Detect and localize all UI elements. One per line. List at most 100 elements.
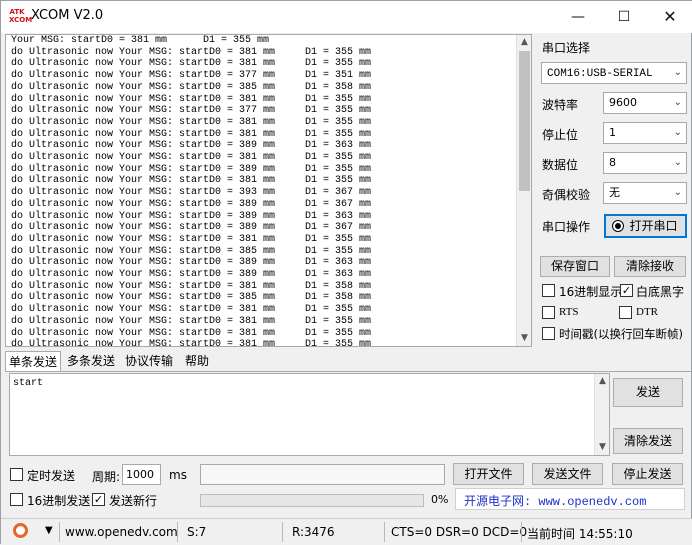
hex-display-label: 16进制显示 [559, 285, 623, 299]
baud-value: 9600 [609, 96, 637, 109]
open-port-button[interactable]: 打开串口 [604, 214, 687, 238]
tab-protocol[interactable]: 协议传输 [121, 351, 177, 371]
port-value: COM16:USB-SERIAL [547, 68, 653, 80]
progress-percent: 0% [431, 493, 449, 506]
chevron-down-icon: ⌄ [673, 157, 682, 168]
receive-line: do Ultrasonic now Your MSG: startD0 = 39… [11, 187, 372, 199]
receive-line: do Ultrasonic now Your MSG: startD0 = 38… [11, 292, 372, 304]
receive-line: do Ultrasonic now Your MSG: startD0 = 38… [11, 93, 372, 105]
scroll-up-icon[interactable]: ▲ [517, 35, 531, 50]
rts-checkbox[interactable] [542, 306, 555, 319]
chevron-down-icon: ⌄ [673, 187, 682, 198]
clear-receive-button[interactable]: 清除接收 [614, 256, 686, 277]
stop-bits-label: 停止位 [542, 128, 579, 142]
data-bits-value: 8 [609, 156, 616, 169]
scroll-thumb[interactable] [519, 51, 530, 191]
send-textarea[interactable]: start ▲ ▼ [9, 373, 610, 456]
send-file-button[interactable]: 发送文件 [532, 463, 603, 485]
timestamp-label: 时间戳(以换行回车断帧) [559, 327, 683, 341]
scroll-down-icon[interactable]: ▼ [517, 331, 531, 346]
scroll-down-icon[interactable]: ▼ [595, 440, 610, 455]
white-bg-label: 白底黑字 [636, 285, 685, 299]
status-lines: CTS=0 DSR=0 DCD=0 [391, 525, 528, 539]
receive-scrollbar[interactable]: ▲ ▼ [516, 35, 531, 346]
receive-line: do Ultrasonic now Your MSG: startD0 = 38… [11, 233, 372, 245]
receive-line: do Ultrasonic now Your MSG: startD0 = 38… [11, 116, 372, 128]
parity-value: 无 [609, 186, 620, 199]
data-bits-select[interactable]: 8 ⌄ [603, 152, 687, 174]
file-path-field[interactable] [200, 464, 445, 485]
status-url[interactable]: www.openedv.com [65, 525, 178, 539]
send-progress-bar [200, 494, 424, 507]
port-select-label: 串口选择 [542, 41, 591, 55]
baud-label: 波特率 [542, 98, 579, 112]
hex-send-label: 16进制发送 [27, 494, 91, 508]
chevron-down-icon: ⌄ [673, 127, 682, 138]
receive-line: do Ultrasonic now Your MSG: startD0 = 38… [11, 198, 372, 210]
receive-textarea[interactable]: Your MSG: startD0 = 381 mm D1 = 355 mm do… [5, 34, 532, 347]
dtr-checkbox[interactable] [619, 306, 632, 319]
baud-select[interactable]: 9600 ⌄ [603, 92, 687, 114]
receive-line: do Ultrasonic now Your MSG: startD0 = 38… [11, 304, 372, 316]
status-bar: ▼ www.openedv.com S:7 R:3476 CTS=0 DSR=0… [1, 518, 692, 545]
receive-line: do Ultrasonic now Your MSG: startD0 = 38… [11, 58, 372, 70]
open-file-button[interactable]: 打开文件 [453, 463, 524, 485]
stop-send-button[interactable]: 停止发送 [612, 463, 683, 485]
tab-help[interactable]: 帮助 [179, 351, 215, 371]
save-window-button[interactable]: 保存窗口 [540, 256, 610, 277]
dropdown-arrow-icon[interactable]: ▼ [45, 525, 53, 536]
receive-line: do Ultrasonic now Your MSG: startD0 = 38… [11, 152, 372, 164]
send-scrollbar[interactable]: ▲ ▼ [594, 374, 609, 455]
settings-gear-icon[interactable] [13, 523, 28, 538]
timed-send-label: 定时发送 [27, 469, 76, 483]
receive-line: do Ultrasonic now Your MSG: startD0 = 38… [11, 210, 372, 222]
rts-label: RTS [559, 306, 579, 318]
window-title: XCOM V2.0 [31, 8, 104, 23]
tab-multi-send[interactable]: 多条发送 [63, 351, 119, 371]
maximize-button[interactable]: ☐ [601, 1, 647, 33]
status-time: 当前时间 14:55:10 [527, 527, 633, 541]
status-received-count: R:3476 [292, 525, 335, 539]
check-icon: ✓ [93, 493, 104, 506]
dtr-label: DTR [636, 306, 658, 318]
tab-single-send[interactable]: 单条发送 [5, 351, 61, 371]
parity-label: 奇偶校验 [542, 188, 591, 202]
receive-line: do Ultrasonic now Your MSG: startD0 = 38… [11, 163, 372, 175]
stop-bits-select[interactable]: 1 ⌄ [603, 122, 687, 144]
receive-line: do Ultrasonic now Your MSG: startD0 = 37… [11, 105, 372, 117]
chevron-down-icon: ⌄ [673, 97, 682, 108]
scroll-up-icon[interactable]: ▲ [595, 374, 610, 389]
chevron-down-icon: ⌄ [673, 67, 682, 78]
hex-display-checkbox[interactable] [542, 284, 555, 297]
newline-checkbox[interactable]: ✓ [92, 493, 105, 506]
receive-line: do Ultrasonic now Your MSG: startD0 = 38… [11, 140, 372, 152]
site-banner[interactable]: 开源电子网: www.openedv.com [455, 488, 685, 510]
timed-send-checkbox[interactable] [10, 468, 23, 481]
timestamp-checkbox[interactable] [542, 327, 555, 340]
receive-line: Your MSG: startD0 = 381 mm D1 = 355 mm [11, 35, 270, 46]
port-select[interactable]: COM16:USB-SERIAL ⌄ [541, 62, 687, 84]
send-text: start [13, 378, 44, 389]
close-button[interactable]: ✕ [647, 1, 692, 33]
send-button[interactable]: 发送 [613, 378, 683, 407]
receive-line: do Ultrasonic now Your MSG: startD0 = 38… [11, 245, 372, 257]
hex-send-checkbox[interactable] [10, 493, 23, 506]
receive-line: do Ultrasonic now Your MSG: startD0 = 38… [11, 81, 372, 93]
receive-line: do Ultrasonic now Your MSG: startD0 = 38… [11, 315, 372, 327]
minimize-button[interactable]: — [555, 1, 601, 33]
white-bg-checkbox[interactable]: ✓ [620, 284, 633, 297]
receive-line: do Ultrasonic now Your MSG: startD0 = 38… [11, 222, 372, 234]
port-op-label: 串口操作 [542, 220, 591, 234]
site-text: 开源电子网: www.openedv.com [464, 495, 647, 509]
app-window: ATK XCOM XCOM V2.0 — ☐ ✕ Your MSG: startD… [0, 0, 692, 545]
title-bar[interactable]: ATK XCOM XCOM V2.0 — ☐ ✕ [1, 1, 692, 33]
clear-send-button[interactable]: 清除发送 [613, 428, 683, 454]
parity-select[interactable]: 无 ⌄ [603, 182, 687, 204]
newline-label: 发送新行 [109, 494, 158, 508]
receive-line: do Ultrasonic now Your MSG: startD0 = 38… [11, 269, 372, 281]
period-input[interactable]: 1000 [122, 464, 161, 485]
receive-line: do Ultrasonic now Your MSG: startD0 = 38… [11, 175, 372, 187]
check-icon: ✓ [621, 284, 632, 297]
receive-line: do Ultrasonic now Your MSG: startD0 = 38… [11, 339, 372, 347]
receive-line: do Ultrasonic now Your MSG: startD0 = 38… [11, 257, 372, 269]
